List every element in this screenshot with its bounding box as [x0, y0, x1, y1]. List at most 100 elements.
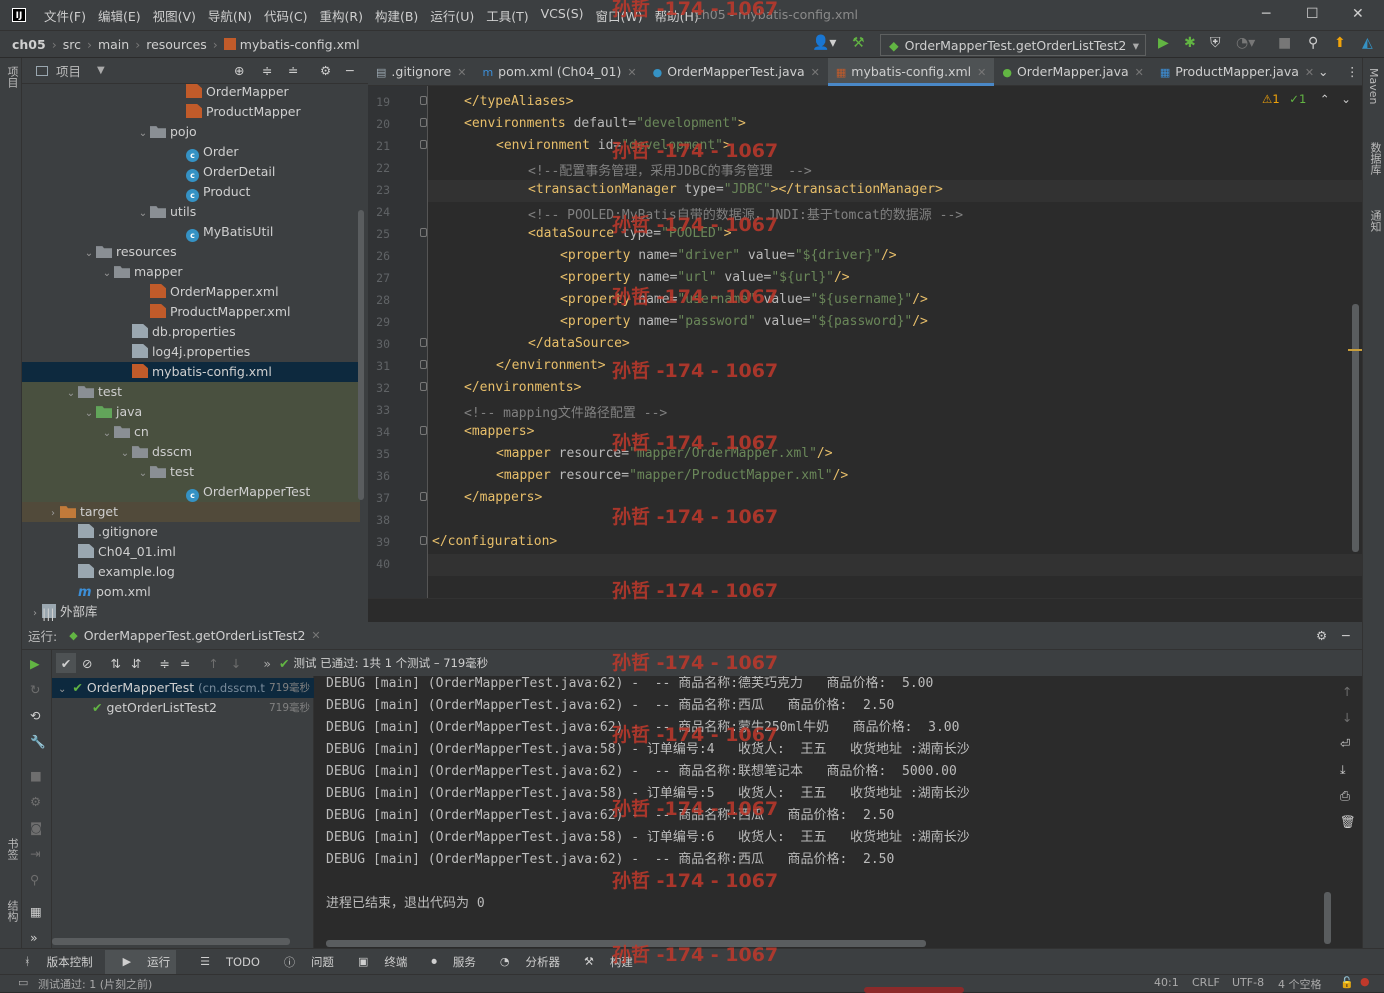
tree-item[interactable]: ⌄ cn: [22, 422, 360, 442]
test-tree-hscroll[interactable]: [52, 938, 290, 945]
update-icon[interactable]: ⬆: [1334, 35, 1346, 51]
chevron-icon[interactable]: ⌄: [82, 244, 96, 264]
show-ignored-icon[interactable]: ⊘: [82, 656, 92, 671]
indent-setting[interactable]: 4 个空格: [1278, 976, 1322, 992]
fold-marker-icon[interactable]: [420, 492, 427, 501]
plugin-icon[interactable]: ◭: [1362, 35, 1373, 51]
caret-position[interactable]: 40:1: [1154, 976, 1179, 989]
status-message[interactable]: 测试通过: 1 (片刻之前): [38, 976, 152, 992]
console-output[interactable]: DEBUG [main] (OrderMapperTest.java:62) -…: [316, 676, 1334, 948]
chevron-icon[interactable]: ⌄: [118, 444, 132, 464]
close-window-icon[interactable]: ✕: [1352, 6, 1364, 22]
menu-item[interactable]: 文件(F): [38, 6, 92, 25]
tree-item[interactable]: › target: [22, 502, 360, 522]
hide-panel-icon[interactable]: ─: [346, 63, 354, 78]
close-tab-icon[interactable]: ✕: [1305, 66, 1314, 79]
lock-icon[interactable]: 🔓: [1340, 976, 1354, 989]
tree-item[interactable]: c MyBatisUtil: [22, 222, 360, 242]
bottom-tool-tab[interactable]: ⏺ 服务: [419, 954, 476, 970]
menu-item[interactable]: 运行(U): [424, 6, 480, 25]
collapse-all-icon[interactable]: ≐: [288, 63, 298, 78]
fold-marker-icon[interactable]: [420, 360, 427, 369]
tabs-chevron-down-icon[interactable]: ⌄: [1318, 64, 1328, 79]
menu-item[interactable]: 窗口(W): [590, 6, 649, 25]
fold-marker-icon[interactable]: [420, 382, 427, 391]
project-tool-label[interactable]: 项目: [4, 66, 20, 88]
chevron-icon[interactable]: ⌄: [64, 384, 78, 404]
chevron-icon[interactable]: ⌄: [136, 464, 150, 484]
editor-tab[interactable]: m pom.xml (Ch04_01) ✕: [474, 58, 644, 86]
database-tool-label[interactable]: 数据库: [1367, 142, 1383, 175]
tree-item[interactable]: .gitignore: [22, 522, 360, 542]
hide-panel-icon[interactable]: ─: [1342, 628, 1350, 643]
tree-item[interactable]: OrderMapper: [22, 82, 360, 102]
tree-item[interactable]: ⌄ test: [22, 462, 360, 482]
print-icon[interactable]: ⎙: [1340, 788, 1350, 804]
profile-icon[interactable]: ◔▾: [1236, 35, 1255, 51]
debug-icon[interactable]: ✱: [1184, 35, 1196, 51]
chevron-down-icon[interactable]: ⌄: [58, 684, 66, 695]
locate-icon[interactable]: ⊕: [234, 63, 244, 78]
tree-item[interactable]: example.log: [22, 562, 360, 582]
scroll-to-end-icon[interactable]: ⤓: [1340, 762, 1346, 778]
fold-marker-icon[interactable]: [420, 338, 427, 347]
close-tab-icon[interactable]: ✕: [977, 66, 986, 79]
tree-item[interactable]: c OrderDetail: [22, 162, 360, 182]
tree-item[interactable]: ⌄ test: [22, 382, 360, 402]
bottom-tool-tab[interactable]: ☰ TODO: [188, 955, 260, 969]
stop-icon[interactable]: ■: [1278, 35, 1291, 51]
sort-duration-icon[interactable]: ⇵: [131, 656, 141, 671]
console-hscroll[interactable]: [326, 940, 926, 947]
maven-tool-label[interactable]: Maven: [1367, 68, 1380, 104]
tree-item[interactable]: ⌄ utils: [22, 202, 360, 222]
fold-marker-icon[interactable]: [420, 426, 427, 435]
menu-item[interactable]: 编辑(E): [92, 6, 147, 25]
fold-marker-icon[interactable]: [420, 228, 427, 237]
chevron-down-icon[interactable]: ⌄: [1341, 92, 1351, 106]
chevron-icon[interactable]: ⌄: [100, 264, 114, 284]
rerun-failed-icon[interactable]: ↻: [30, 682, 40, 697]
soft-wrap-icon[interactable]: ⏎: [1340, 736, 1350, 751]
coverage-icon[interactable]: ⛨: [1210, 35, 1221, 51]
close-tab-icon[interactable]: ✕: [457, 66, 466, 79]
rerun-icon[interactable]: ▶: [30, 656, 40, 671]
breadcrumb-item[interactable]: src: [63, 37, 81, 52]
fold-marker-icon[interactable]: [420, 536, 427, 545]
project-scrollbar[interactable]: [358, 210, 364, 500]
tree-item[interactable]: m pom.xml: [22, 582, 360, 602]
layout-icon[interactable]: ▦: [30, 904, 42, 919]
menu-item[interactable]: 重构(R): [314, 6, 369, 25]
fold-marker-icon[interactable]: [420, 118, 427, 127]
bookmarks-tool-label[interactable]: 书签: [4, 838, 20, 860]
build-hammer-icon[interactable]: ⚒: [852, 35, 865, 51]
tree-item[interactable]: c OrderMapperTest: [22, 482, 360, 502]
trash-icon[interactable]: 🗑: [1340, 814, 1356, 830]
fold-marker-icon[interactable]: [420, 96, 427, 105]
tree-item[interactable]: ⌄ resources: [22, 242, 360, 262]
breadcrumb-item[interactable]: mybatis-config.xml: [240, 37, 360, 52]
close-tab-icon[interactable]: ✕: [311, 629, 320, 642]
tree-item[interactable]: ProductMapper.xml: [22, 302, 360, 322]
tree-item[interactable]: ⌄ pojo: [22, 122, 360, 142]
dump-threads-icon[interactable]: ⚙: [30, 794, 41, 809]
run-tab-label[interactable]: OrderMapperTest.getOrderListTest2: [84, 628, 306, 643]
editor-tab[interactable]: ▦ ProductMapper.java ✕: [1152, 58, 1322, 86]
chevron-icon[interactable]: ⌄: [136, 124, 150, 144]
menu-item[interactable]: 视图(V): [147, 6, 202, 25]
user-icon[interactable]: 👤▾: [812, 35, 836, 51]
tree-item[interactable]: ⌄ dsscm: [22, 442, 360, 462]
bottom-tool-tab[interactable]: ⓘ 问题: [272, 954, 334, 970]
error-indicator-icon[interactable]: ●: [1360, 975, 1370, 988]
expand-all-icon[interactable]: ≑: [262, 63, 272, 78]
menu-item[interactable]: 工具(T): [480, 6, 534, 25]
editor-tab[interactable]: ● OrderMapper.java ✕: [994, 58, 1152, 86]
more-tabs-icon[interactable]: ⋮: [1346, 64, 1359, 79]
line-separator[interactable]: CRLF: [1192, 976, 1220, 989]
run-icon[interactable]: ▶: [1158, 35, 1169, 51]
arrow-down-icon[interactable]: ↓: [231, 656, 241, 671]
tree-item[interactable]: Ch04_01.iml: [22, 542, 360, 562]
chevron-down-icon[interactable]: ▼: [97, 65, 105, 76]
tree-item[interactable]: c Product: [22, 182, 360, 202]
tree-item[interactable]: ⌄ java: [22, 402, 360, 422]
tree-item[interactable]: OrderMapper.xml: [22, 282, 360, 302]
